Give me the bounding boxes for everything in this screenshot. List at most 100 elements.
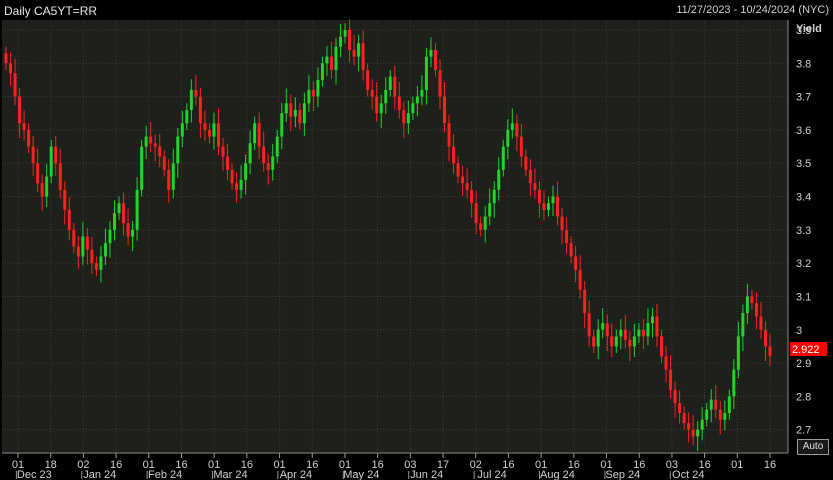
candle-body [316, 79, 320, 97]
candle-body [103, 243, 107, 257]
auto-scale-button[interactable]: Auto [797, 439, 829, 455]
candle-body [727, 396, 731, 414]
y-tick-label: 2.8 [796, 391, 811, 403]
candle-body [528, 169, 532, 184]
candle-body [750, 296, 754, 304]
candle-body [714, 399, 718, 410]
candle-body [13, 73, 17, 97]
candle-body [45, 176, 49, 197]
candle-body [614, 336, 618, 347]
x-month-label: Jan 24 [83, 469, 116, 480]
candle-body [271, 156, 275, 170]
candle-body [637, 329, 641, 337]
candle-body [244, 163, 248, 180]
candle-body [705, 409, 709, 420]
candle-body [67, 209, 71, 230]
candle-body [669, 369, 673, 390]
candle-body [144, 136, 148, 147]
candle-body [117, 203, 121, 214]
candle-body [375, 96, 379, 114]
candle-body [198, 96, 202, 124]
candle-body [501, 146, 505, 170]
last-value-label: 2.922 [792, 344, 820, 356]
candle-body [736, 336, 740, 370]
candle-body [587, 313, 591, 337]
x-month-label: Aug 24 [540, 469, 575, 480]
candle-body [533, 183, 537, 190]
y-tick-label: 3.7 [796, 92, 811, 104]
y-tick-label: 3 [796, 325, 802, 337]
candle-body [311, 89, 315, 97]
candle-body [122, 203, 126, 224]
y-tick-label: 2.7 [796, 425, 811, 437]
candle-body [646, 323, 650, 337]
candle-body [474, 203, 478, 224]
candle-body [565, 229, 569, 244]
candle-body [334, 46, 338, 70]
candle-body [131, 229, 135, 237]
candle-body [320, 63, 324, 80]
candle-body [443, 96, 447, 124]
candle-body [58, 163, 62, 190]
y-axis: 2.72.82.933.13.23.33.43.53.63.73.83.9 [787, 20, 811, 453]
candle-body [479, 223, 483, 230]
candle-body [194, 89, 198, 97]
candle-body [72, 229, 76, 247]
candle-body [384, 89, 388, 104]
candle-body [619, 329, 623, 337]
candle-body [524, 156, 528, 170]
y-tick-label: 3.2 [796, 258, 811, 270]
candle-body [162, 156, 166, 170]
candle-body [99, 256, 103, 270]
candle-body [31, 146, 35, 164]
candle-body [424, 56, 428, 90]
x-axis: 01 18 02 16 01 16 01 16 01 16 01 16 03 17 02 16 01 16 01 16… [2, 452, 788, 480]
y-tick-label: 2.9 [796, 358, 811, 370]
candle-body [36, 163, 40, 184]
candle-body [438, 69, 442, 97]
x-tick-label: 01 [731, 459, 743, 471]
candle-body [461, 176, 465, 184]
candle-body [700, 419, 704, 430]
candle-body [682, 413, 686, 424]
y-tick-label: 3.1 [796, 291, 811, 303]
candle-body [546, 203, 550, 210]
candle-body [388, 76, 392, 90]
candle-body [112, 213, 116, 230]
candle-body [370, 89, 374, 97]
candle-body [293, 109, 297, 117]
candle-body [745, 296, 749, 314]
candle-body [40, 183, 44, 197]
candle-body [556, 196, 560, 217]
candle-body [483, 216, 487, 230]
candle-body [85, 236, 89, 250]
candle-body [4, 53, 8, 64]
candle-body [687, 423, 691, 430]
candle-body [221, 146, 225, 157]
candle-body [81, 236, 85, 257]
candle-body [578, 269, 582, 290]
candle-body [176, 136, 180, 164]
candle-body [411, 103, 415, 114]
candle-body [339, 36, 343, 47]
candle-body [275, 136, 279, 157]
candle-body [307, 89, 311, 104]
y-tick-label: 3.4 [796, 192, 811, 204]
candle-body [397, 96, 401, 110]
candle-body [325, 56, 329, 64]
candle-body [510, 123, 514, 130]
y-tick-label: 3.3 [796, 225, 811, 237]
candle-body [248, 143, 252, 164]
candle-body [54, 146, 58, 164]
candle-body [108, 229, 112, 244]
candle-body [456, 163, 460, 177]
candle-body [429, 49, 433, 57]
candle [140, 139, 144, 197]
candle-body [189, 89, 193, 110]
candle-body [678, 403, 682, 414]
candle-body [768, 346, 772, 356]
candle-body [574, 256, 578, 270]
candle-body [361, 43, 365, 70]
candle-body [266, 163, 270, 170]
candle-body [709, 399, 713, 410]
